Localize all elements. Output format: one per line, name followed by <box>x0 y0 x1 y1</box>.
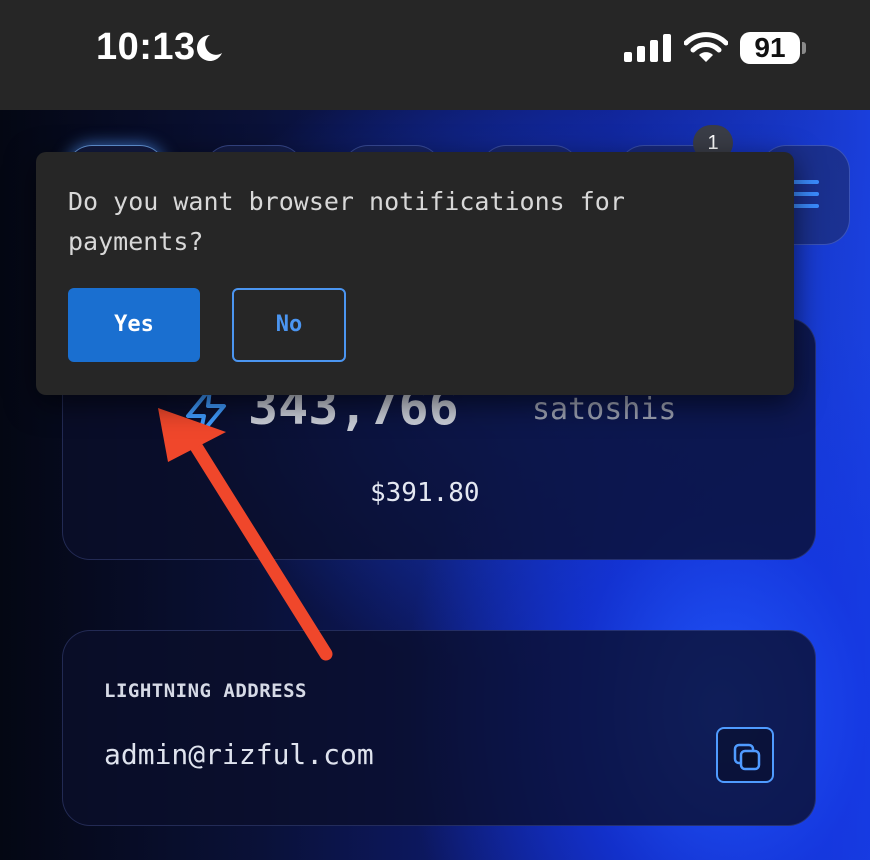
yes-button[interactable]: Yes <box>68 288 200 362</box>
signal-icon <box>624 34 671 62</box>
status-time: 10:13 <box>96 26 196 68</box>
lightning-address-card <box>62 630 816 826</box>
lightning-address-label: LIGHTNING ADDRESS <box>104 680 307 702</box>
menu-icon <box>791 180 819 212</box>
wifi-icon <box>684 32 728 62</box>
balance-fiat: $391.80 <box>370 478 480 508</box>
copy-address-button[interactable] <box>716 727 774 783</box>
no-button[interactable]: No <box>232 288 346 362</box>
notification-permission-dialog: Do you want browser notifications for pa… <box>36 152 794 395</box>
copy-icon <box>733 743 761 771</box>
lightning-address-value: admin@rizful.com <box>104 738 374 771</box>
dialog-message: Do you want browser notifications for pa… <box>68 187 625 256</box>
battery-icon: 91 <box>740 32 800 64</box>
status-bar: 10:13 91 <box>0 0 870 110</box>
balance-unit: satoshis <box>532 392 677 427</box>
battery-tip <box>802 42 806 54</box>
moon-icon <box>197 35 222 61</box>
